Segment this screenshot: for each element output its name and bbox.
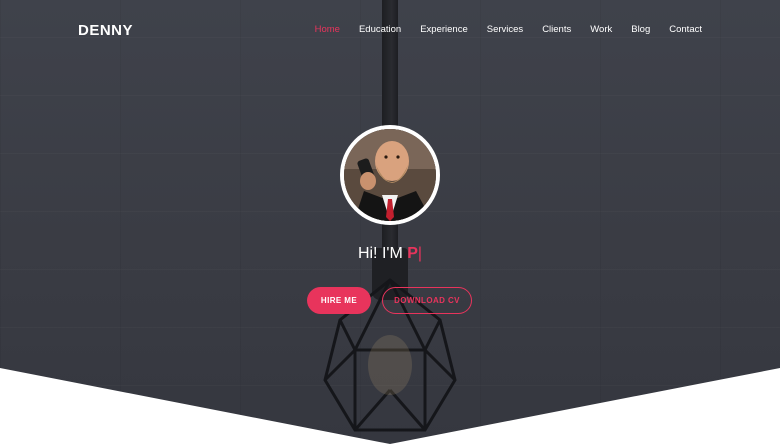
hire-me-button[interactable]: HIRE ME xyxy=(307,287,371,314)
nav-item-blog[interactable]: Blog xyxy=(631,24,650,35)
typing-cursor: | xyxy=(417,245,423,262)
nav-item-work[interactable]: Work xyxy=(590,24,612,35)
avatar xyxy=(344,129,436,221)
bottom-divider-shape xyxy=(0,368,780,444)
nav-item-clients[interactable]: Clients xyxy=(542,24,571,35)
brand-logo[interactable]: DENNY xyxy=(78,22,133,39)
profile-photo xyxy=(344,129,436,221)
nav-menu: Home Education Experience Services Clien… xyxy=(315,24,702,35)
nav-item-education[interactable]: Education xyxy=(359,24,401,35)
download-cv-button[interactable]: DOWNLOAD CV xyxy=(382,287,472,314)
nav-item-contact[interactable]: Contact xyxy=(669,24,702,35)
nav-item-services[interactable]: Services xyxy=(487,24,523,35)
greeting-text: Hi! I'M xyxy=(357,245,408,262)
navbar: DENNY Home Education Experience Services… xyxy=(0,0,780,62)
avatar-frame xyxy=(340,125,440,225)
hero-section: DENNY Home Education Experience Services… xyxy=(0,0,780,444)
typed-name: P xyxy=(407,245,418,262)
nav-item-experience[interactable]: Experience xyxy=(420,24,468,35)
hero-headline: Hi! I'M P| xyxy=(0,245,780,263)
nav-item-home[interactable]: Home xyxy=(315,24,340,35)
